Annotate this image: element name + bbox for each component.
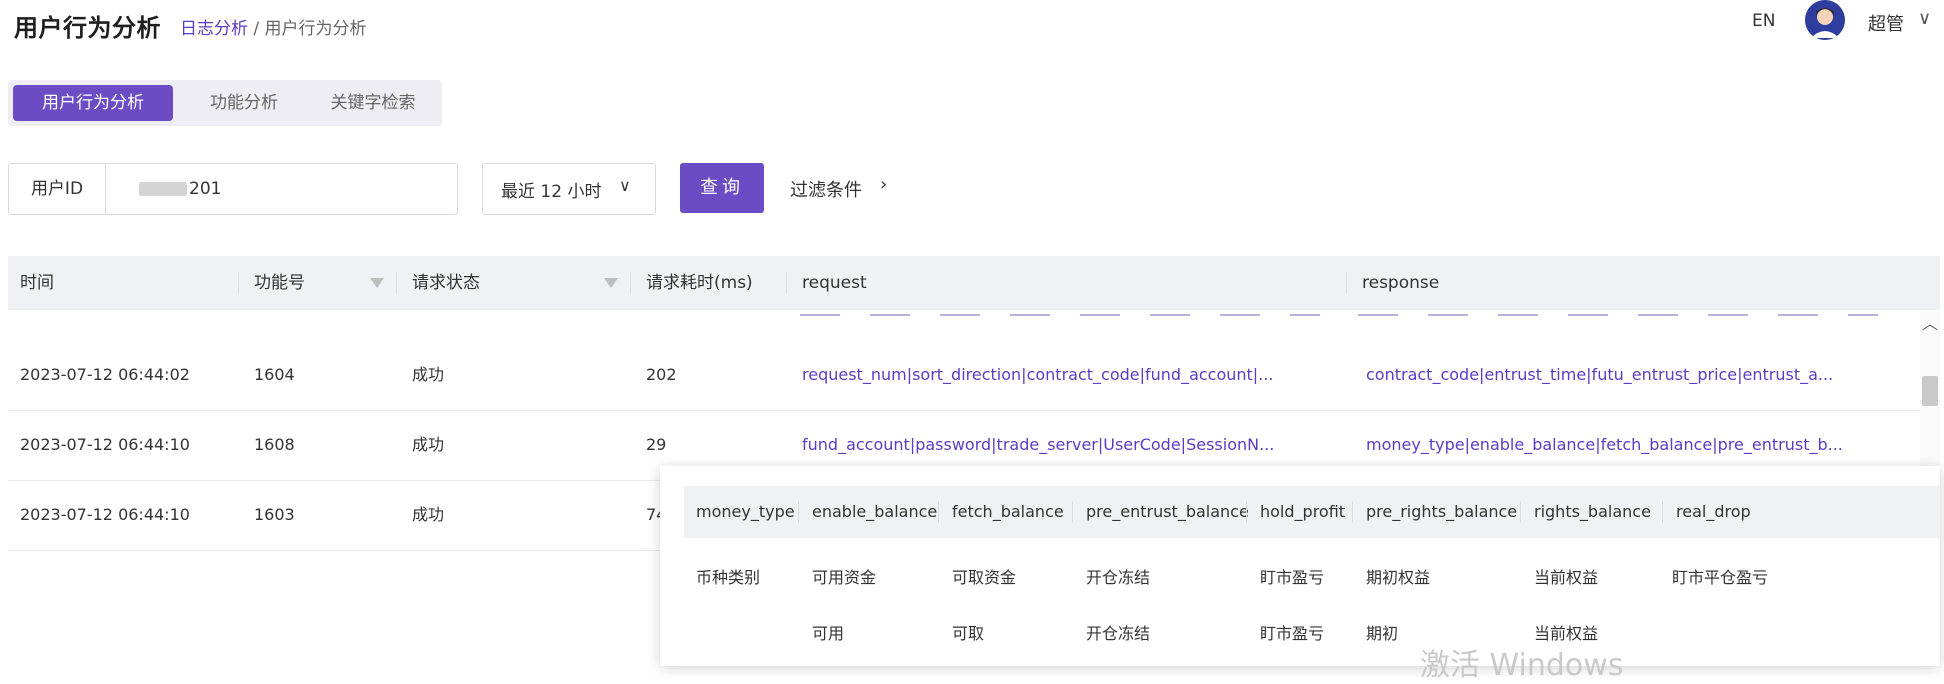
scroll-up-icon[interactable]: ︿: [1922, 310, 1938, 334]
breadcrumb: 日志分析 / 用户行为分析: [180, 14, 367, 39]
column-header-duration: 请求耗时(ms): [646, 273, 753, 293]
popover-cell: 盯市盈亏: [1260, 568, 1325, 587]
popover-cell: 期初: [1366, 624, 1399, 643]
cell-function-no: 1608: [254, 435, 295, 454]
cell-response-link[interactable]: contract_code|entrust_time|futu_entrust_…: [1366, 340, 1916, 410]
column-header-function-no: 功能号: [254, 273, 305, 293]
table-row-partial: [8, 312, 1920, 322]
filter-conditions-link[interactable]: 过滤条件: [790, 176, 862, 202]
popover-cell: 可用资金: [812, 568, 877, 587]
popover-column-real-drop: real_drop: [1676, 502, 1751, 521]
popover-cell: 盯市平仓盈亏: [1672, 568, 1769, 587]
chevron-down-icon: ∨: [619, 176, 631, 195]
popover-cell: 可用: [812, 624, 845, 643]
tab-keyword-search[interactable]: 关键字检索: [308, 85, 438, 121]
response-detail-popover: money_type enable_balance fetch_balance …: [660, 466, 1940, 666]
popover-column-pre-rights-balance: pre_rights_balance: [1366, 502, 1518, 521]
windows-activation-watermark: 激活 Windows: [1420, 648, 1624, 683]
popover-column-rights-balance: rights_balance: [1534, 502, 1651, 521]
scrollbar-thumb[interactable]: [1922, 376, 1938, 406]
popover-column-money-type: money_type: [696, 502, 795, 521]
popover-column-pre-entrust-balance: pre_entrust_balance: [1086, 502, 1249, 521]
tab-function-analysis[interactable]: 功能分析: [184, 85, 304, 121]
cell-status: 成功: [412, 365, 445, 384]
breadcrumb-current: 用户行为分析: [264, 19, 367, 39]
user-id-label: 用户ID: [9, 164, 106, 214]
filter-icon[interactable]: [370, 278, 384, 288]
column-header-response: response: [1362, 273, 1440, 293]
table-row[interactable]: 2023-07-12 06:44:02 1604 成功 202 request_…: [8, 340, 1920, 411]
popover-cell: 盯市盈亏: [1260, 624, 1325, 643]
avatar[interactable]: [1805, 0, 1845, 40]
breadcrumb-link-log-analysis[interactable]: 日志分析: [180, 19, 248, 39]
language-switch[interactable]: EN: [1752, 11, 1775, 31]
cell-time: 2023-07-12 06:44:02: [20, 365, 190, 384]
cell-request-link[interactable]: request_num|sort_direction|contract_code…: [802, 340, 1342, 410]
cell-status: 成功: [412, 505, 445, 524]
popover-cell: 开仓冻结: [1086, 624, 1151, 643]
cell-time: 2023-07-12 06:44:10: [20, 435, 190, 454]
time-range-select[interactable]: 最近 12 小时 ∨: [482, 163, 656, 215]
page-title: 用户行为分析: [14, 14, 161, 42]
chevron-down-icon[interactable]: ∨: [1918, 8, 1931, 29]
popover-cell: 可取: [952, 624, 985, 643]
table-header: 时间 功能号 请求状态 请求耗时(ms) request response: [8, 256, 1940, 310]
popover-table-header: money_type enable_balance fetch_balance …: [684, 486, 1940, 538]
popover-cell: 期初权益: [1366, 568, 1431, 587]
popover-column-fetch-balance: fetch_balance: [952, 502, 1064, 521]
column-header-time: 时间: [20, 273, 54, 293]
user-id-input[interactable]: [115, 164, 445, 214]
cell-function-no: 1604: [254, 365, 295, 384]
cell-duration: 202: [646, 365, 677, 384]
tab-bar: 用户行为分析 功能分析 关键字检索: [8, 80, 442, 126]
cell-status: 成功: [412, 435, 445, 454]
column-header-request-status: 请求状态: [412, 273, 480, 293]
cell-time: 2023-07-12 06:44:10: [20, 505, 190, 524]
column-header-request: request: [802, 273, 867, 293]
filter-icon[interactable]: [604, 278, 618, 288]
popover-column-enable-balance: enable_balance: [812, 502, 938, 521]
time-range-value: 最近 12 小时: [501, 182, 602, 202]
tab-user-behavior-analysis[interactable]: 用户行为分析: [13, 85, 173, 121]
user-id-field: 用户ID: [8, 163, 458, 215]
cell-function-no: 1603: [254, 505, 295, 524]
popover-cell: 币种类别: [696, 568, 761, 587]
chevron-right-icon[interactable]: ›: [880, 174, 887, 195]
query-button[interactable]: 查询: [680, 163, 764, 213]
breadcrumb-separator: /: [248, 19, 265, 39]
popover-cell: 当前权益: [1534, 568, 1599, 587]
popover-column-hold-profit: hold_profit: [1260, 502, 1346, 521]
user-avatar-icon: [1805, 0, 1845, 40]
popover-cell: 开仓冻结: [1086, 568, 1151, 587]
popover-cell: 可取资金: [952, 568, 1017, 587]
user-name[interactable]: 超管: [1868, 10, 1904, 36]
